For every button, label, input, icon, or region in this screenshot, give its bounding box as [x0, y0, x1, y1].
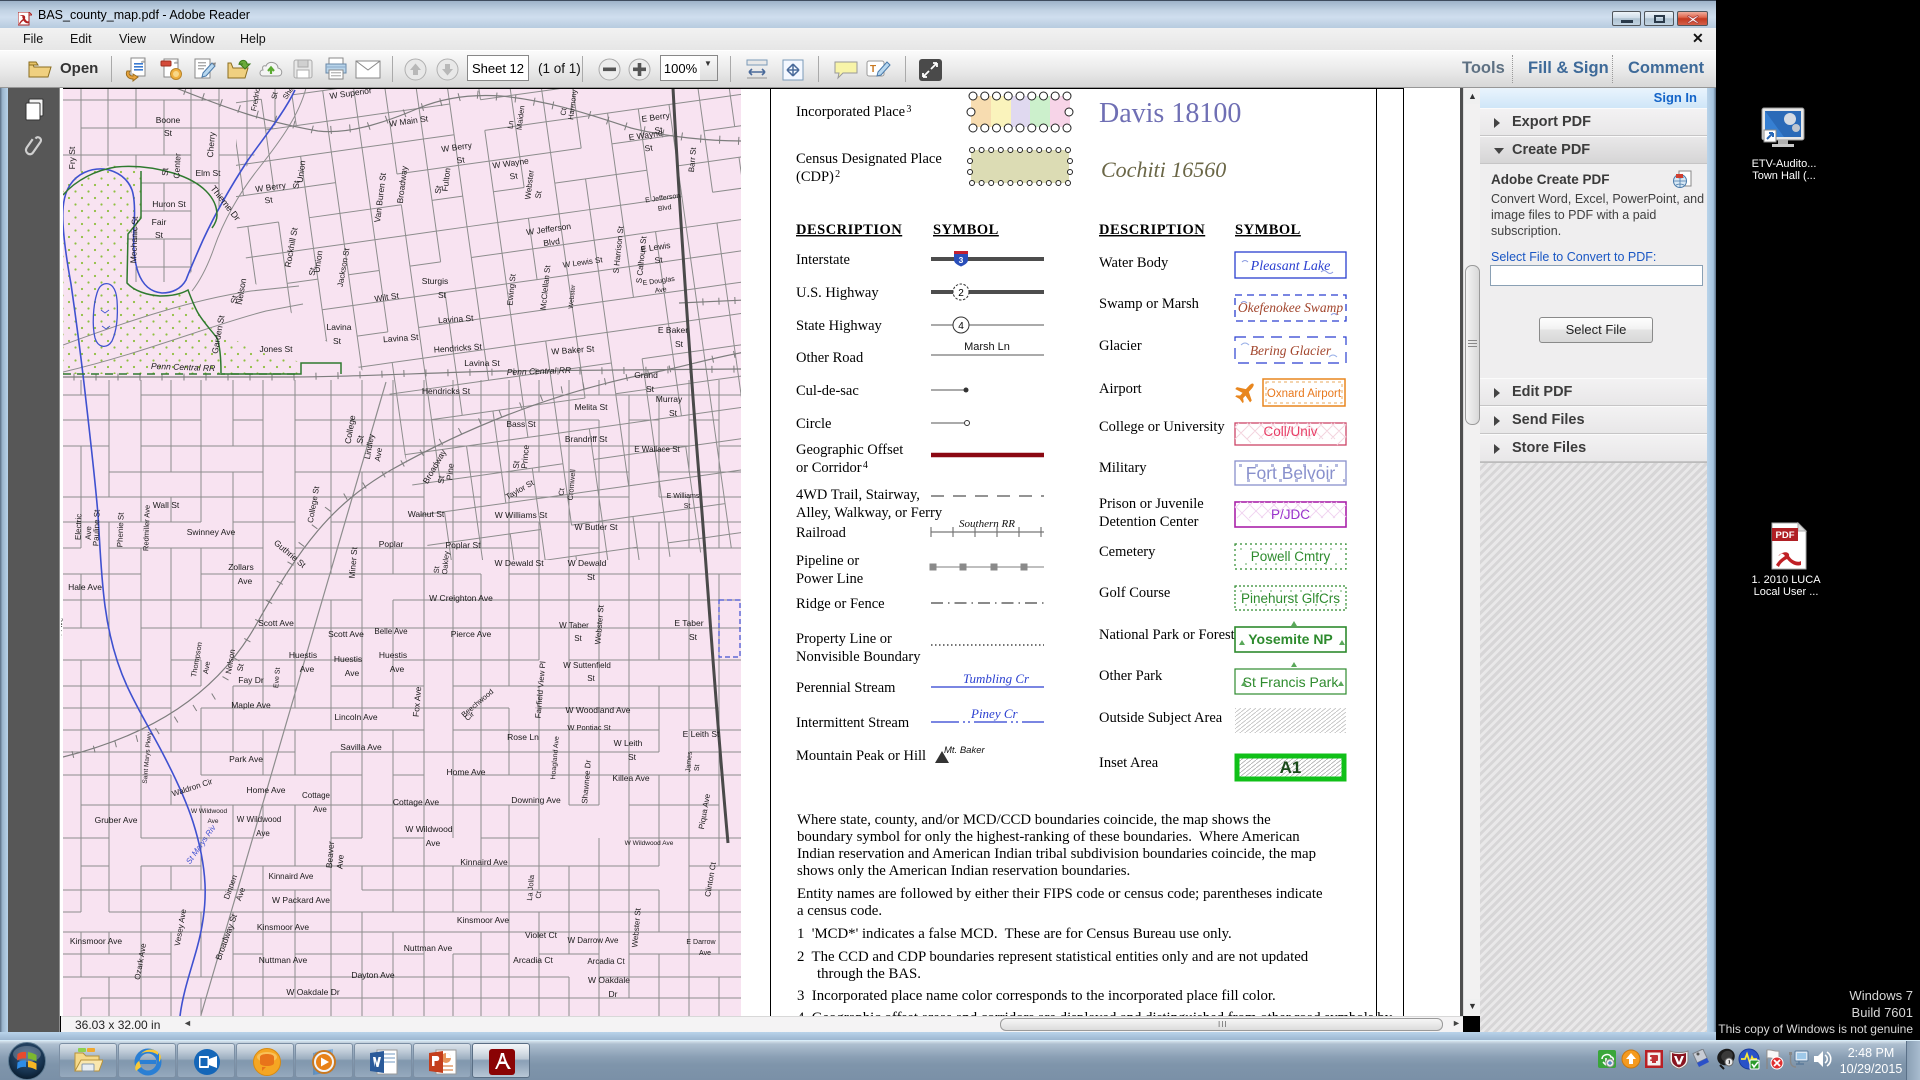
svg-text:Prison or Juvenile: Prison or Juvenile	[1099, 496, 1204, 512]
svg-text:Other Park: Other Park	[1099, 668, 1163, 684]
svg-text:Interstate: Interstate	[796, 252, 850, 268]
svg-text:shows only the American Indian: shows only the American Indian reservati…	[797, 863, 1130, 879]
svg-text:a census code.: a census code.	[797, 903, 882, 919]
svg-text:College or University: College or University	[1099, 419, 1225, 435]
svg-text:Alley, Walkway, or Ferry: Alley, Walkway, or Ferry	[796, 505, 943, 521]
svg-text:Marsh Ln: Marsh Ln	[964, 341, 1010, 353]
svg-text:Intermittent Stream: Intermittent Stream	[796, 715, 910, 731]
svg-text:Airport: Airport	[1099, 381, 1142, 397]
svg-text:Mt. Baker: Mt. Baker	[944, 745, 985, 756]
svg-text:Detention Center: Detention Center	[1099, 514, 1199, 530]
svg-text:boundary symbol for only the h: boundary symbol for only the highest-ran…	[797, 829, 1300, 845]
svg-text:SYMBOL: SYMBOL	[933, 222, 999, 238]
svg-text:Cochiti 16560: Cochiti 16560	[1101, 157, 1226, 182]
svg-text:Golf Course: Golf Course	[1099, 585, 1170, 601]
svg-text:4: 4	[958, 321, 964, 332]
svg-text:Railroad: Railroad	[796, 525, 847, 541]
svg-text:PDF: PDF	[1776, 530, 1795, 541]
svg-text:3 Incorporated place name col: 3 Incorporated place name color correspo…	[797, 988, 1276, 1004]
svg-text:Okefenokee Swamp: Okefenokee Swamp	[1238, 300, 1344, 315]
svg-text:Glacier: Glacier	[1099, 338, 1142, 354]
svg-text:Where state, county, and/or MC: Where state, county, and/or MCD/CCD boun…	[797, 812, 1271, 828]
svg-text:Incorporated Place 3: Incorporated Place 3	[796, 104, 911, 120]
svg-text:Cul-de-sac: Cul-de-sac	[796, 383, 859, 399]
svg-text:Circle: Circle	[796, 416, 831, 432]
svg-text:2 The CCD and CDP boundaries: 2 The CCD and CDP boundaries represent s…	[797, 949, 1309, 965]
svg-text:Geographic Offset: Geographic Offset	[796, 442, 903, 458]
svg-text:through the BAS.: through the BAS.	[817, 966, 921, 982]
svg-text:(CDP) 2: (CDP) 2	[796, 169, 840, 185]
svg-text:Census Designated Place: Census Designated Place	[796, 151, 942, 167]
svg-text:Southern RR: Southern RR	[959, 518, 1015, 530]
svg-text:Powell Cmtry: Powell Cmtry	[1251, 549, 1331, 564]
svg-text:1 'MCD*' indicates a false MC: 1 'MCD*' indicates a false MCD. These ar…	[797, 926, 1232, 942]
svg-text:Perennial Stream: Perennial Stream	[796, 680, 896, 696]
svg-text:Other Road: Other Road	[796, 350, 864, 366]
svg-text:Outside Subject Area: Outside Subject Area	[1099, 710, 1223, 726]
svg-text:Coll/Univ: Coll/Univ	[1263, 424, 1317, 439]
svg-text:Indian reservation and America: Indian reservation and American Indian t…	[797, 846, 1316, 862]
svg-text:Piney Cr: Piney Cr	[970, 706, 1019, 721]
svg-text:Military: Military	[1099, 460, 1147, 476]
svg-text:Property Line or: Property Line or	[796, 631, 892, 647]
svg-text:Pipeline or: Pipeline or	[796, 553, 859, 569]
svg-text:Ridge or Fence: Ridge or Fence	[796, 596, 885, 612]
svg-text:Mountain Peak or Hill: Mountain Peak or Hill	[796, 748, 926, 764]
svg-text:Yosemite NP: Yosemite NP	[1248, 631, 1333, 647]
svg-text:Power Line: Power Line	[796, 571, 863, 587]
svg-text:Swamp or Marsh: Swamp or Marsh	[1099, 296, 1200, 312]
svg-text:Oxnard Airport: Oxnard Airport	[1267, 388, 1342, 400]
svg-text:Bering Glacier: Bering Glacier	[1250, 343, 1332, 358]
svg-text:St Francis Park: St Francis Park	[1243, 674, 1340, 690]
svg-text:Entity names are followed by e: Entity names are followed by either thei…	[797, 886, 1323, 902]
svg-text:T: T	[870, 64, 876, 75]
svg-text:A1: A1	[1280, 758, 1302, 777]
svg-text:Davis 18100: Davis 18100	[1099, 98, 1241, 129]
svg-text:Water Body: Water Body	[1099, 255, 1169, 271]
svg-text:Inset Area: Inset Area	[1099, 755, 1159, 771]
svg-text:DESCRIPTION: DESCRIPTION	[796, 222, 902, 238]
svg-text:Fort Belvoir: Fort Belvoir	[1246, 463, 1336, 483]
svg-text:National Park or Forest: National Park or Forest	[1099, 627, 1235, 643]
svg-text:Nonvisible Boundary: Nonvisible Boundary	[796, 649, 921, 665]
svg-text:U.S. Highway: U.S. Highway	[796, 285, 879, 301]
svg-text:Tumbling Cr: Tumbling Cr	[963, 671, 1030, 686]
svg-text:3: 3	[959, 255, 964, 265]
svg-text:SYMBOL: SYMBOL	[1235, 222, 1301, 238]
svg-text:Cemetery: Cemetery	[1099, 544, 1156, 560]
svg-text:P/JDC: P/JDC	[1271, 507, 1310, 522]
svg-text:Pinehurst GlfCrs: Pinehurst GlfCrs	[1241, 591, 1340, 606]
svg-text:4WD Trail, Stairway,: 4WD Trail, Stairway,	[796, 487, 920, 503]
svg-text:2: 2	[958, 288, 964, 299]
svg-text:Pleasant Lake: Pleasant Lake	[1250, 259, 1331, 274]
svg-text:or Corridor 4: or Corridor 4	[796, 460, 868, 476]
svg-text:DESCRIPTION: DESCRIPTION	[1099, 222, 1205, 238]
svg-text:State Highway: State Highway	[796, 318, 883, 334]
